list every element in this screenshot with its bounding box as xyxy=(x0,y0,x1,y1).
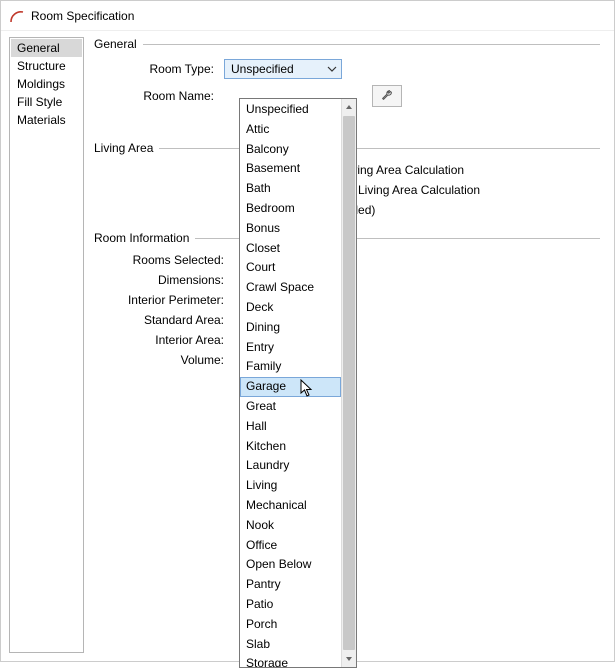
caret-down-icon xyxy=(345,652,353,666)
dropdown-item[interactable]: Patio xyxy=(240,595,341,615)
dropdown-item[interactable]: Court xyxy=(240,258,341,278)
dropdown-item[interactable]: Kitchen xyxy=(240,437,341,457)
dropdown-item[interactable]: Porch xyxy=(240,615,341,635)
dropdown-item[interactable]: Dining xyxy=(240,318,341,338)
obscured-text: Living Area Calculation xyxy=(342,163,464,177)
scroll-thumb[interactable] xyxy=(343,116,355,650)
group-header: General xyxy=(94,37,600,51)
label: Interior Area: xyxy=(94,333,234,347)
dropdown-item[interactable]: Bedroom xyxy=(240,199,341,219)
sidebar-item-label: Materials xyxy=(17,113,66,127)
room-type-dropdown[interactable]: Unspecified xyxy=(224,59,342,79)
window-title: Room Specification xyxy=(31,9,134,23)
scrollbar[interactable] xyxy=(341,99,356,667)
group-title: General xyxy=(94,37,137,51)
dropdown-list: UnspecifiedAtticBalconyBasementBathBedro… xyxy=(240,99,341,667)
dropdown-item[interactable]: Pantry xyxy=(240,575,341,595)
dialog-window: Room Specification General Structure Mol… xyxy=(0,0,615,662)
dropdown-item[interactable]: Mechanical xyxy=(240,496,341,516)
sidebar-item-moldings[interactable]: Moldings xyxy=(11,75,82,93)
dropdown-item[interactable]: Family xyxy=(240,357,341,377)
sidebar-item-general[interactable]: General xyxy=(11,39,82,57)
dropdown-item[interactable]: Attic xyxy=(240,120,341,140)
sidebar-item-label: General xyxy=(17,41,60,55)
label: Dimensions: xyxy=(94,273,234,287)
titlebar: Room Specification xyxy=(1,1,614,31)
sidebar-item-fill-style[interactable]: Fill Style xyxy=(11,93,82,111)
dropdown-item[interactable]: Unspecified xyxy=(240,100,341,120)
label-room-type: Room Type: xyxy=(94,62,224,76)
dropdown-item[interactable]: Nook xyxy=(240,516,341,536)
separator xyxy=(143,44,600,45)
room-type-dropdown-list[interactable]: UnspecifiedAtticBalconyBasementBathBedro… xyxy=(239,98,357,668)
group-title: Living Area xyxy=(94,141,153,155)
row-room-type: Room Type: Unspecified xyxy=(94,59,600,79)
separator xyxy=(159,148,600,149)
dropdown-item[interactable]: Garage xyxy=(240,377,341,397)
dropdown-item[interactable]: Living xyxy=(240,476,341,496)
app-arc-icon xyxy=(9,8,25,24)
label-room-name: Room Name: xyxy=(94,89,224,103)
sidebar: General Structure Moldings Fill Style Ma… xyxy=(9,37,84,653)
dropdown-item[interactable]: Bonus xyxy=(240,219,341,239)
dropdown-item[interactable]: Closet xyxy=(240,239,341,259)
obscured-text: tal Living Area Calculation xyxy=(342,183,480,197)
chevron-down-icon xyxy=(326,63,338,75)
dropdown-item[interactable]: Bath xyxy=(240,179,341,199)
dropdown-item[interactable]: Basement xyxy=(240,159,341,179)
sidebar-item-label: Fill Style xyxy=(17,95,62,109)
dropdown-item[interactable]: Laundry xyxy=(240,456,341,476)
dropdown-item[interactable]: Open Below xyxy=(240,555,341,575)
dropdown-item[interactable]: Office xyxy=(240,536,341,556)
dropdown-item[interactable]: Crawl Space xyxy=(240,278,341,298)
caret-up-icon xyxy=(345,100,353,114)
sidebar-item-label: Moldings xyxy=(17,77,65,91)
room-type-value: Unspecified xyxy=(231,62,294,76)
scroll-up-button[interactable] xyxy=(342,99,356,115)
dropdown-item[interactable]: Balcony xyxy=(240,140,341,160)
label: Interior Perimeter: xyxy=(94,293,234,307)
dropdown-item[interactable]: Deck xyxy=(240,298,341,318)
dropdown-item[interactable]: Storage xyxy=(240,654,341,667)
dropdown-item[interactable]: Entry xyxy=(240,338,341,358)
dropdown-item[interactable]: Hall xyxy=(240,417,341,437)
wrench-button[interactable] xyxy=(372,85,402,107)
label: Standard Area: xyxy=(94,313,234,327)
dropdown-item[interactable]: Slab xyxy=(240,635,341,655)
dropdown-item[interactable]: Great xyxy=(240,397,341,417)
dialog-body: General Structure Moldings Fill Style Ma… xyxy=(1,31,614,661)
sidebar-item-materials[interactable]: Materials xyxy=(11,111,82,129)
group-title: Room Information xyxy=(94,231,189,245)
label: Rooms Selected: xyxy=(94,253,234,267)
wrench-icon xyxy=(380,88,394,105)
sidebar-item-structure[interactable]: Structure xyxy=(11,57,82,75)
sidebar-item-label: Structure xyxy=(17,59,66,73)
scroll-down-button[interactable] xyxy=(342,651,356,667)
label: Volume: xyxy=(94,353,234,367)
